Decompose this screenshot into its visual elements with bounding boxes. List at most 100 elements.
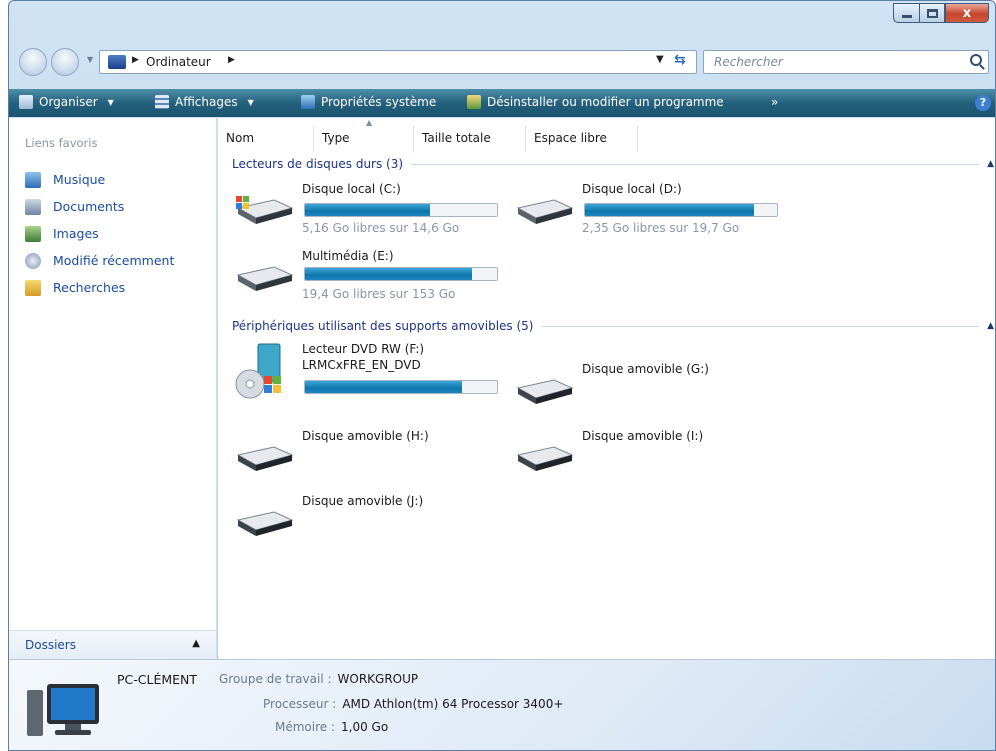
group-divider xyxy=(541,325,980,327)
group-header-hard-drives[interactable]: Lecteurs de disques durs (3) ▲ xyxy=(232,155,994,173)
sidebar-item-label: Recherches xyxy=(53,280,126,295)
drive-item[interactable]: Disque amovible (I:) xyxy=(514,429,784,485)
drive-free-space: 5,16 Go libres sur 14,6 Go xyxy=(302,221,460,235)
group-divider xyxy=(411,163,980,165)
searches-icon xyxy=(25,279,41,296)
column-type[interactable]: Type xyxy=(314,126,414,152)
music-icon xyxy=(25,171,41,188)
recent-pages-dropdown-icon[interactable]: ▼ xyxy=(87,55,93,64)
favorite-links-header: Liens favoris xyxy=(25,136,98,150)
uninstall-program-label: Désinstaller ou modifier un programme xyxy=(487,95,724,109)
computer-icon xyxy=(108,55,126,69)
chevron-up-icon: ▲ xyxy=(192,638,200,649)
address-bar[interactable]: ▶ Ordinateur ▶ ▼ ⇆ xyxy=(99,50,697,74)
removable-drive-icon xyxy=(236,511,294,536)
drive-item[interactable]: Disque local (D:) 2,35 Go libres sur 19,… xyxy=(514,182,784,238)
recent-icon xyxy=(25,252,41,269)
drive-usage-bar xyxy=(584,203,778,217)
file-list: Nom Type Taille totale Espace libre ▲ Le… xyxy=(218,118,995,659)
drive-item[interactable]: Disque local (C:) 5,16 Go libres sur 14,… xyxy=(234,182,504,238)
drive-item[interactable]: Multimédia (E:) 19,4 Go libres sur 153 G… xyxy=(234,249,504,305)
refresh-icon[interactable]: ⇆ xyxy=(674,52,686,68)
system-drive-icon xyxy=(236,196,294,224)
views-label: Affichages xyxy=(175,95,238,109)
drive-name: Disque amovible (H:) xyxy=(302,429,429,443)
system-properties-label: Propriétés système xyxy=(321,95,437,109)
processor-row: Processeur : AMD Athlon(tm) 64 Processor… xyxy=(263,697,563,711)
dvd-drive-icon xyxy=(235,343,281,399)
minimize-button[interactable] xyxy=(893,3,919,23)
breadcrumb-computer[interactable]: Ordinateur xyxy=(146,55,211,69)
minimize-icon xyxy=(901,14,912,18)
uninstall-program-button[interactable]: Désinstaller ou modifier un programme xyxy=(467,95,724,109)
drive-name: Disque local (D:) xyxy=(582,182,682,196)
workgroup-label: Groupe de travail : xyxy=(219,672,332,686)
breadcrumb-chevron-icon[interactable]: ▶ xyxy=(228,55,235,65)
drive-name: Disque amovible (J:) xyxy=(302,494,424,508)
search-icon[interactable] xyxy=(970,54,982,66)
drive-free-space: 2,35 Go libres sur 19,7 Go xyxy=(582,221,740,235)
organize-icon xyxy=(19,95,33,109)
forward-button[interactable] xyxy=(51,48,79,76)
help-icon[interactable]: ? xyxy=(975,95,991,111)
sidebar-item-searches[interactable]: Recherches xyxy=(25,274,174,301)
drive-usage-fill xyxy=(305,204,430,216)
sidebar-item-recent[interactable]: Modifié récemment xyxy=(25,247,174,274)
close-button[interactable]: x xyxy=(945,3,989,23)
chevron-up-icon: ▲ xyxy=(987,159,994,169)
memory-row: Mémoire : 1,00 Go xyxy=(275,720,388,734)
hard-drive-icon xyxy=(516,199,574,224)
more-commands-button[interactable]: » xyxy=(771,95,778,109)
documents-icon xyxy=(25,198,41,215)
computer-name: PC-CLÉMENT xyxy=(117,672,198,687)
chevron-up-icon: ▲ xyxy=(987,321,994,331)
column-total-size[interactable]: Taille totale xyxy=(414,126,526,152)
sidebar-item-label: Modifié récemment xyxy=(53,253,175,268)
organize-button[interactable]: Organiser ▼ xyxy=(19,95,114,109)
removable-drive-icon xyxy=(236,446,294,471)
breadcrumb-chevron-icon[interactable]: ▶ xyxy=(132,55,139,65)
caption-buttons: x xyxy=(893,3,989,23)
computer-icon xyxy=(27,684,99,736)
drive-usage-fill xyxy=(305,381,463,393)
folders-label: Dossiers xyxy=(25,638,76,652)
close-icon: x xyxy=(962,5,972,21)
system-properties-icon xyxy=(301,95,315,109)
column-free-space[interactable]: Espace libre xyxy=(526,126,638,152)
sidebar-item-label: Images xyxy=(53,226,99,241)
column-name[interactable]: Nom xyxy=(218,126,314,152)
drive-usage-bar xyxy=(304,380,498,394)
chevron-down-icon: ▼ xyxy=(247,97,254,107)
drive-free-space: 19,4 Go libres sur 153 Go xyxy=(302,287,456,301)
folders-toggle[interactable]: Dossiers ▲ xyxy=(9,630,216,659)
memory-value: 1,00 Go xyxy=(341,720,389,734)
drive-item[interactable]: Disque amovible (H:) xyxy=(234,429,504,485)
sidebar-item-documents[interactable]: Documents xyxy=(25,193,174,220)
back-button[interactable] xyxy=(19,48,47,76)
views-button[interactable]: Affichages ▼ xyxy=(155,95,254,109)
drive-item[interactable]: Disque amovible (J:) xyxy=(234,494,504,550)
removable-drive-icon xyxy=(516,446,574,471)
sidebar-item-music[interactable]: Musique xyxy=(25,166,174,193)
search-box[interactable]: Rechercher xyxy=(703,50,989,74)
processor-value: AMD Athlon(tm) 64 Processor 3400+ xyxy=(342,697,564,711)
system-properties-button[interactable]: Propriétés système xyxy=(301,95,436,109)
drive-name: Disque amovible (I:) xyxy=(582,429,704,443)
group-header-removable[interactable]: Périphériques utilisant des supports amo… xyxy=(232,317,994,335)
command-bar: Organiser ▼ Affichages ▼ Propriétés syst… xyxy=(9,89,995,117)
drive-usage-fill xyxy=(585,204,754,216)
group-title: Lecteurs de disques durs (3) xyxy=(232,157,404,171)
drive-item[interactable]: Disque amovible (G:) xyxy=(514,362,784,418)
organize-label: Organiser xyxy=(39,95,98,109)
search-input[interactable]: Rechercher xyxy=(714,55,783,69)
sidebar-item-images[interactable]: Images xyxy=(25,220,174,247)
address-dropdown-icon[interactable]: ▼ xyxy=(656,54,664,65)
maximize-button[interactable] xyxy=(919,3,945,23)
uninstall-program-icon xyxy=(467,95,481,109)
drive-item[interactable]: Lecteur DVD RW (F:) LRMCxFRE_EN_DVD xyxy=(234,342,504,404)
maximize-icon xyxy=(926,8,938,18)
sidebar-item-label: Musique xyxy=(53,172,106,187)
navigation-bar: ▼ ▶ Ordinateur ▶ ▼ ⇆ Rechercher xyxy=(9,47,995,77)
removable-drive-icon xyxy=(516,379,574,404)
processor-label: Processeur : xyxy=(263,697,337,711)
